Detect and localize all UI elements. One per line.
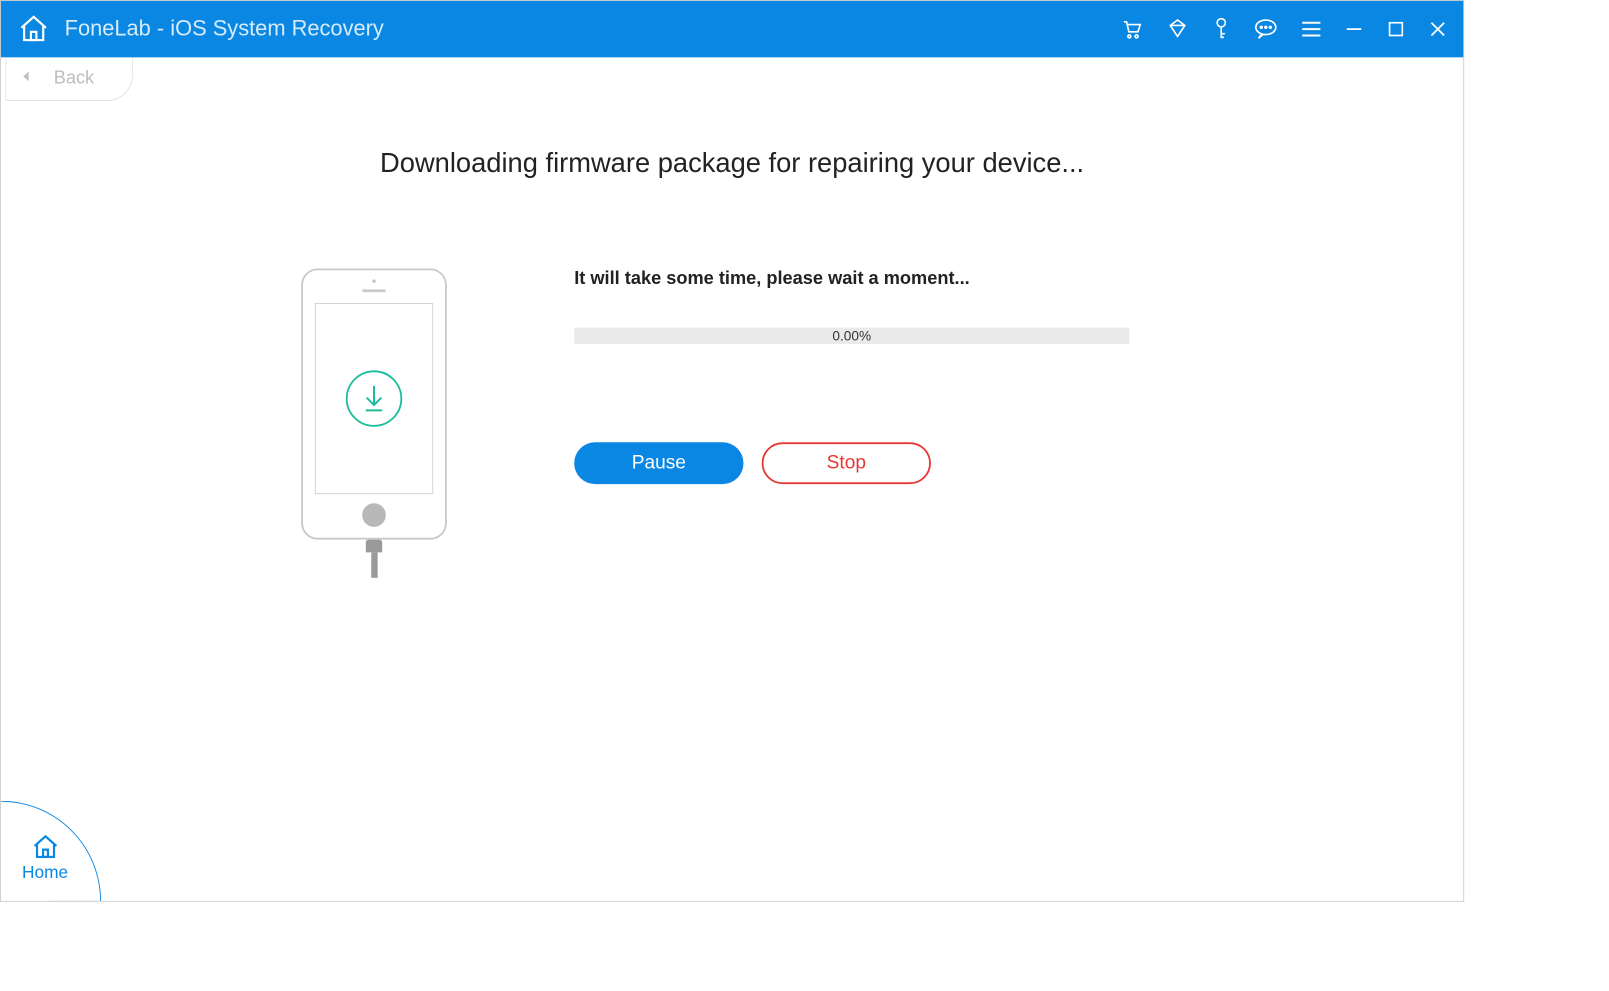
download-status-column: It will take some time, please wait a mo… (574, 268, 1129, 484)
progress-text: 0.00% (832, 328, 871, 343)
home-icon (30, 832, 59, 861)
diamond-icon[interactable] (1167, 18, 1189, 40)
minimize-icon[interactable] (1345, 20, 1363, 38)
wait-text: It will take some time, please wait a mo… (574, 268, 1129, 289)
content-row: It will take some time, please wait a mo… (1, 268, 1463, 577)
app-title: FoneLab - iOS System Recovery (65, 16, 384, 41)
download-icon (346, 370, 402, 426)
pause-button[interactable]: Pause (574, 442, 743, 484)
back-area: Back (1, 57, 1463, 104)
menu-icon[interactable] (1301, 21, 1321, 37)
phone-home-button (362, 503, 386, 527)
titlebar-left: FoneLab - iOS System Recovery (17, 13, 384, 46)
phone-screen (315, 303, 433, 494)
cart-icon[interactable] (1121, 18, 1143, 40)
phone-illustration (301, 268, 447, 577)
phone-cable (366, 540, 382, 578)
close-icon[interactable] (1429, 20, 1447, 38)
home-label: Home (22, 863, 68, 883)
key-icon[interactable] (1212, 17, 1230, 41)
titlebar: FoneLab - iOS System Recovery (1, 1, 1463, 57)
stop-button[interactable]: Stop (762, 442, 931, 484)
progress-bar: 0.00% (574, 328, 1129, 344)
button-row: Pause Stop (574, 442, 1129, 484)
back-arrow-icon (19, 68, 35, 89)
main-content: Downloading firmware package for repairi… (1, 105, 1463, 578)
back-label: Back (54, 68, 94, 89)
home-icon[interactable] (17, 13, 50, 46)
home-button[interactable]: Home (1, 801, 101, 901)
maximize-icon[interactable] (1387, 20, 1405, 38)
titlebar-controls (1121, 17, 1447, 41)
back-button[interactable]: Back (5, 57, 132, 101)
chat-icon[interactable] (1254, 18, 1278, 40)
page-heading: Downloading firmware package for repairi… (380, 148, 1084, 179)
phone-body (301, 268, 447, 539)
phone-camera (372, 279, 376, 283)
phone-speaker (362, 289, 386, 292)
